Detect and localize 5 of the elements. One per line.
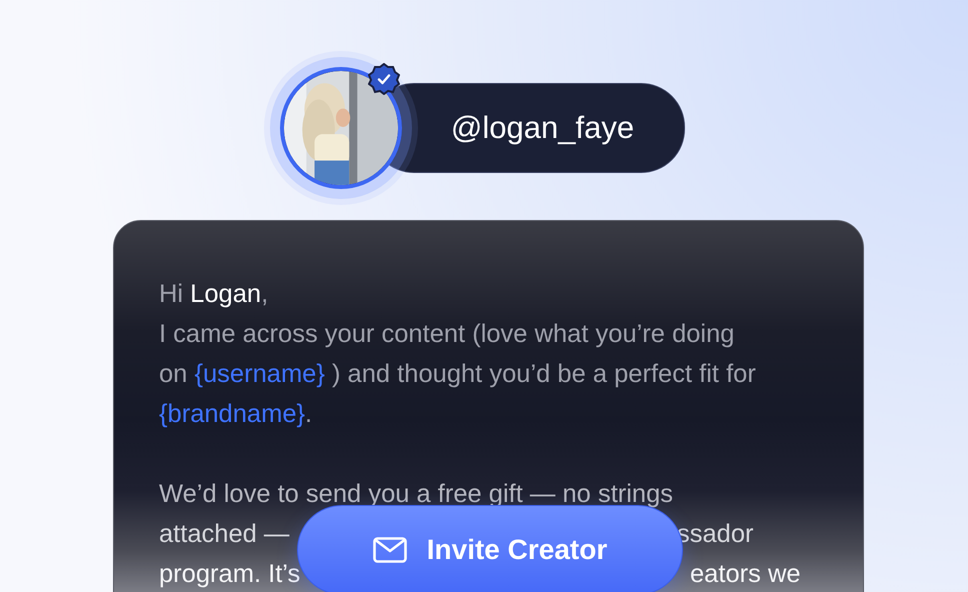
message-text: attached — <box>159 519 290 550</box>
message-text: eators we <box>689 559 801 590</box>
mail-icon <box>372 537 407 563</box>
message-text: Hi Logan, I came across your content (love what you’re doing on {username} ) and thought you’d be a perfect fit for {brandname}. <box>159 279 757 430</box>
username: @logan_faye <box>450 110 634 146</box>
